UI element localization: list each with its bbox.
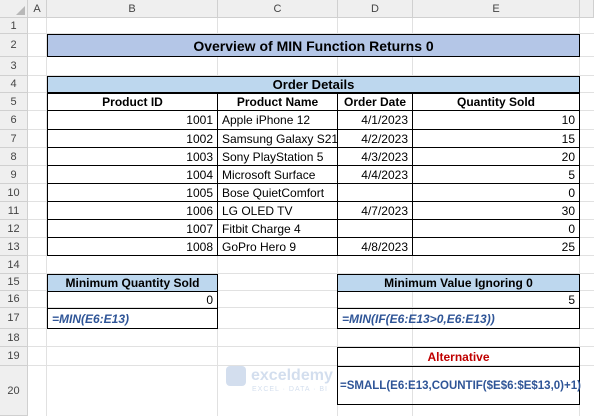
column-header-d[interactable]: D: [338, 0, 413, 18]
quantity-sold-cell[interactable]: 0: [412, 219, 580, 238]
sheet-title[interactable]: Overview of MIN Function Returns 0: [47, 34, 580, 57]
quantity-sold-cell[interactable]: 0: [412, 183, 580, 202]
product-name-cell[interactable]: Sony PlayStation 5: [217, 147, 338, 166]
quantity-sold-cell[interactable]: 15: [412, 129, 580, 148]
column-header-c[interactable]: C: [218, 0, 338, 18]
row-header-15[interactable]: 15: [0, 274, 28, 291]
product-id-cell[interactable]: 1005: [47, 183, 218, 202]
row-header-6[interactable]: 6: [0, 111, 28, 130]
row-header-12[interactable]: 12: [0, 220, 28, 238]
product-name-cell[interactable]: GoPro Hero 9: [217, 237, 338, 256]
row-header-8[interactable]: 8: [0, 148, 28, 166]
row-header-11[interactable]: 11: [0, 202, 28, 220]
column-header-b[interactable]: B: [47, 0, 218, 18]
order-date-cell[interactable]: 4/2/2023: [337, 129, 413, 148]
product-name-cell[interactable]: LG OLED TV: [217, 201, 338, 220]
row-header-3[interactable]: 3: [0, 57, 28, 76]
product-id-cell[interactable]: 1003: [47, 147, 218, 166]
row-header-18[interactable]: 18: [0, 329, 28, 347]
row-header-14[interactable]: 14: [0, 256, 28, 274]
row-header-13[interactable]: 13: [0, 238, 28, 256]
product-name-cell[interactable]: Samsung Galaxy S21: [217, 129, 338, 148]
product-id-cell[interactable]: 1006: [47, 201, 218, 220]
select-all-corner[interactable]: [0, 0, 28, 18]
order-date-cell[interactable]: 4/8/2023: [337, 237, 413, 256]
quantity-sold-cell[interactable]: 10: [412, 110, 580, 130]
quantity-sold-cell[interactable]: 5: [412, 165, 580, 184]
exceldemy-watermark: exceldemy EXCEL · DATA · BI: [226, 366, 333, 393]
column-header-a[interactable]: A: [28, 0, 47, 18]
row-header-16[interactable]: 16: [0, 291, 28, 308]
header-order-date[interactable]: Order Date: [337, 93, 413, 111]
row-header-2[interactable]: 2: [0, 34, 28, 57]
min-quantity-formula[interactable]: =MIN(E6:E13): [47, 308, 218, 329]
header-quantity-sold[interactable]: Quantity Sold: [412, 93, 580, 111]
min-ignoring-zero-label[interactable]: Minimum Value Ignoring 0: [337, 274, 580, 292]
spreadsheet[interactable]: ABCDE 1 2 3 4 5 6 7 8 9 10 11 12 13 14 15 16 17 18 19 20 Ov…: [0, 0, 594, 416]
alternative-formula[interactable]: =SMALL(E6:E13,COUNTIF($E$6:$E$13,0)+1): [337, 366, 581, 405]
column-header-e[interactable]: E: [413, 0, 580, 18]
row-header-4[interactable]: 4: [0, 76, 28, 93]
row-header-10[interactable]: 10: [0, 184, 28, 202]
alternative-label[interactable]: Alternative: [337, 347, 580, 367]
exceldemy-logo-icon: [226, 366, 246, 386]
product-id-cell[interactable]: 1007: [47, 219, 218, 238]
quantity-sold-cell[interactable]: 20: [412, 147, 580, 166]
order-date-cell[interactable]: [337, 183, 413, 202]
product-id-cell[interactable]: 1001: [47, 110, 218, 130]
product-name-cell[interactable]: Fitbit Charge 4: [217, 219, 338, 238]
min-quantity-label[interactable]: Minimum Quantity Sold: [47, 274, 218, 292]
row-header-1[interactable]: 1: [0, 18, 28, 34]
order-date-cell[interactable]: [337, 219, 413, 238]
row-header-17[interactable]: 17: [0, 308, 28, 329]
quantity-sold-cell[interactable]: 30: [412, 201, 580, 220]
header-product-id[interactable]: Product ID: [47, 93, 218, 111]
product-name-cell[interactable]: Bose QuietComfort: [217, 183, 338, 202]
row-header-7[interactable]: 7: [0, 130, 28, 148]
product-id-cell[interactable]: 1008: [47, 237, 218, 256]
product-id-cell[interactable]: 1004: [47, 165, 218, 184]
order-date-cell[interactable]: 4/4/2023: [337, 165, 413, 184]
order-date-cell[interactable]: 4/3/2023: [337, 147, 413, 166]
row-header-9[interactable]: 9: [0, 166, 28, 184]
row-header-19[interactable]: 19: [0, 347, 28, 366]
min-quantity-value[interactable]: 0: [47, 291, 218, 309]
product-name-cell[interactable]: Apple iPhone 12: [217, 110, 338, 130]
row-header-20[interactable]: 20: [0, 366, 28, 416]
order-date-cell[interactable]: 4/7/2023: [337, 201, 413, 220]
min-ignoring-zero-value[interactable]: 5: [337, 291, 580, 309]
product-id-cell[interactable]: 1002: [47, 129, 218, 148]
order-date-cell[interactable]: 4/1/2023: [337, 110, 413, 130]
quantity-sold-cell[interactable]: 25: [412, 237, 580, 256]
header-product-name[interactable]: Product Name: [217, 93, 338, 111]
row-header-5[interactable]: 5: [0, 93, 28, 111]
product-name-cell[interactable]: Microsoft Surface: [217, 165, 338, 184]
min-ignoring-zero-formula[interactable]: =MIN(IF(E6:E13>0,E6:E13)): [337, 308, 580, 329]
order-details-header[interactable]: Order Details: [47, 76, 580, 93]
column-header-filler: [580, 0, 594, 18]
